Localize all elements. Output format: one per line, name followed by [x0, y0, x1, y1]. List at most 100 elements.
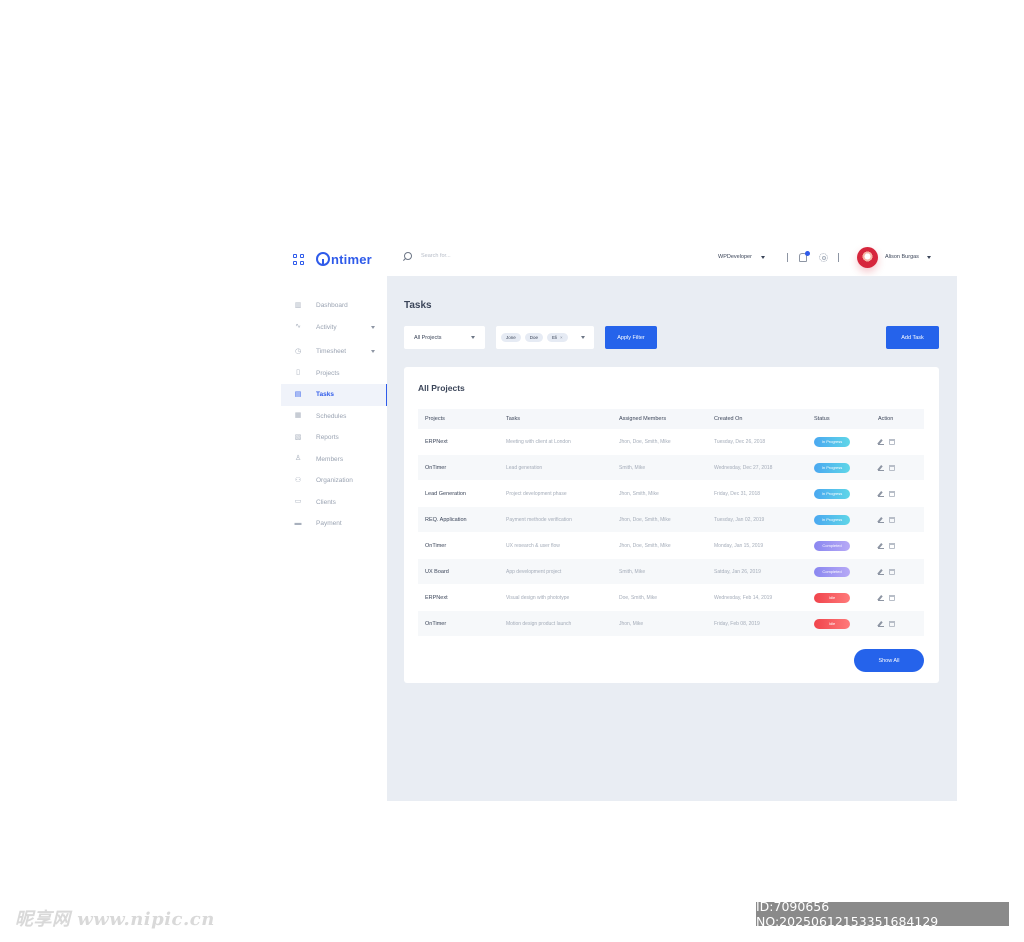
project-filter-select[interactable]: All Projects: [404, 326, 485, 349]
sidebar-item-projects[interactable]: ▯ Projects: [281, 363, 387, 385]
trash-icon[interactable]: [889, 568, 895, 575]
table-row[interactable]: ERPNext Visual design with phototype Doe, …: [418, 585, 924, 611]
members-icon: ♙: [294, 455, 302, 463]
table-row[interactable]: ERPNext Meeting with client at London Jhon…: [418, 429, 924, 455]
members-cell: Jhon, Doe, Smith, Mike: [619, 542, 671, 549]
table-row[interactable]: OnTimer UX research & user flow Jhon, Doe,…: [418, 533, 924, 559]
table-row[interactable]: REQ. Application Payment methode verifica…: [418, 507, 924, 533]
apps-grid-icon[interactable]: [293, 253, 304, 265]
apply-filter-button[interactable]: Apply Filter: [605, 326, 657, 349]
sidebar-item-dashboard[interactable]: ▥ Dashboard: [281, 295, 387, 317]
project-cell: OnTimer: [425, 620, 447, 627]
logo-o-icon: [316, 252, 330, 266]
column-header: Projects: [425, 416, 445, 422]
logo-text: ntimer: [331, 251, 372, 267]
table-row[interactable]: OnTimer Lead generation Smith, Mike Wednesd…: [418, 455, 924, 481]
sidebar-item-timesheet[interactable]: ◷ Timesheet: [281, 341, 387, 363]
action-cell: [871, 464, 924, 471]
sidebar-item-organization[interactable]: ⚇ Organization: [281, 470, 387, 492]
member-filter[interactable]: Jone Doe Eli ×: [496, 326, 594, 349]
table-row[interactable]: UX Board App development project Smith, Mi…: [418, 559, 924, 585]
clock-icon: ◷: [294, 347, 302, 355]
trash-icon[interactable]: [889, 438, 895, 445]
report-icon: ▧: [294, 433, 302, 441]
edit-icon[interactable]: [878, 491, 884, 497]
status-cell: In Progress: [807, 462, 871, 473]
gear-icon[interactable]: [819, 253, 828, 262]
members-cell: Doe, Smith, Mike: [619, 594, 658, 601]
page-title: Tasks: [404, 300, 432, 311]
sidebar-item-label: Members: [316, 455, 344, 463]
avatar[interactable]: [857, 247, 878, 268]
status-cell: Idle: [807, 592, 871, 603]
task-cell: Visual design with phototype: [506, 594, 570, 601]
notification-dot: [805, 251, 810, 256]
workspace-select[interactable]: WPDeveloper: [718, 254, 765, 260]
organization-icon: ⚇: [294, 476, 302, 484]
created-cell: Friday, Feb 08, 2019: [714, 620, 760, 627]
edit-icon[interactable]: [878, 517, 884, 523]
sidebar-nav: ▥ Dashboard ∿ Activity ◷ Timesheet ▯ Projects ▤ T…: [281, 295, 388, 535]
bell-icon[interactable]: [799, 251, 810, 262]
member-chip[interactable]: Jone: [501, 333, 521, 342]
search-input[interactable]: [421, 253, 541, 259]
created-cell: Satday, Jan 26, 2019: [714, 568, 761, 575]
members-cell: Smith, Mike: [619, 464, 646, 471]
status-badge: Completed: [814, 540, 850, 551]
sidebar-item-tasks[interactable]: ▤ Tasks: [281, 384, 388, 406]
close-icon[interactable]: ×: [560, 335, 563, 340]
action-cell: [871, 542, 924, 549]
created-cell: Wednesday, Feb 14, 2019: [714, 594, 773, 601]
project-cell: REQ. Application: [425, 516, 467, 523]
trash-icon[interactable]: [889, 594, 895, 601]
task-cell: Lead generation: [506, 464, 543, 471]
created-cell: Friday, Dec 31, 2018: [714, 490, 761, 497]
edit-icon[interactable]: [878, 465, 884, 471]
chevron-down-icon: [371, 350, 375, 353]
file-icon: ▯: [296, 369, 300, 377]
edit-icon[interactable]: [878, 621, 884, 627]
table-row[interactable]: Lead Generation Project development phase…: [418, 481, 924, 507]
tasks-table: Projects Tasks Assigned Members Created On S…: [418, 409, 924, 637]
edit-icon[interactable]: [878, 569, 884, 575]
trash-icon[interactable]: [889, 490, 895, 497]
status-cell: Completed: [807, 566, 871, 577]
table-row[interactable]: OnTimer Motion design product launch Jhon,…: [418, 611, 924, 637]
task-cell: UX research & user flow: [506, 542, 560, 549]
edit-icon[interactable]: [878, 595, 884, 601]
sidebar-item-members[interactable]: ♙ Members: [281, 449, 387, 471]
sidebar-item-clients[interactable]: ▭ Clients: [281, 492, 387, 514]
member-chip[interactable]: Eli ×: [547, 333, 568, 342]
action-cell: [871, 490, 924, 497]
trash-icon[interactable]: [889, 516, 895, 523]
chip-label: Jone: [506, 335, 516, 340]
sidebar-item-activity[interactable]: ∿ Activity: [281, 317, 387, 339]
sidebar-item-label: Tasks: [316, 391, 334, 399]
created-cell: Tuesday, Jan 02, 2019: [714, 516, 765, 523]
brand: ntimer: [293, 249, 372, 269]
projects-card: All Projects Projects Tasks Assigned Membe…: [404, 367, 939, 683]
status-cell: Completed: [807, 540, 871, 551]
show-all-button[interactable]: Show All: [854, 649, 924, 672]
logo[interactable]: ntimer: [316, 252, 372, 267]
search-box[interactable]: [404, 252, 541, 260]
divider: [838, 253, 839, 262]
sidebar-item-reports[interactable]: ▧ Reports: [281, 427, 387, 449]
status-cell: In Progress: [807, 514, 871, 525]
add-task-button[interactable]: Add Task: [886, 326, 939, 349]
trash-icon[interactable]: [889, 542, 895, 549]
trash-icon[interactable]: [889, 620, 895, 627]
sidebar: ntimer ▥ Dashboard ∿ Activity ◷ Timesheet ▯ Pro…: [281, 237, 388, 801]
sidebar-item-payment[interactable]: ▬ Payment: [281, 513, 387, 535]
members-cell: Jhon, Mike: [619, 620, 644, 627]
edit-icon[interactable]: [878, 543, 884, 549]
member-chip[interactable]: Doe: [524, 333, 544, 342]
user-menu[interactable]: Alison Burgas: [885, 254, 931, 260]
chevron-down-icon[interactable]: [581, 336, 585, 339]
status-cell: Idle: [807, 618, 871, 629]
column-header: Action: [878, 416, 894, 422]
sidebar-item-schedules[interactable]: ▦ Schedules: [281, 406, 387, 428]
payment-icon: ▬: [294, 519, 302, 527]
trash-icon[interactable]: [889, 464, 895, 471]
edit-icon[interactable]: [878, 439, 884, 445]
